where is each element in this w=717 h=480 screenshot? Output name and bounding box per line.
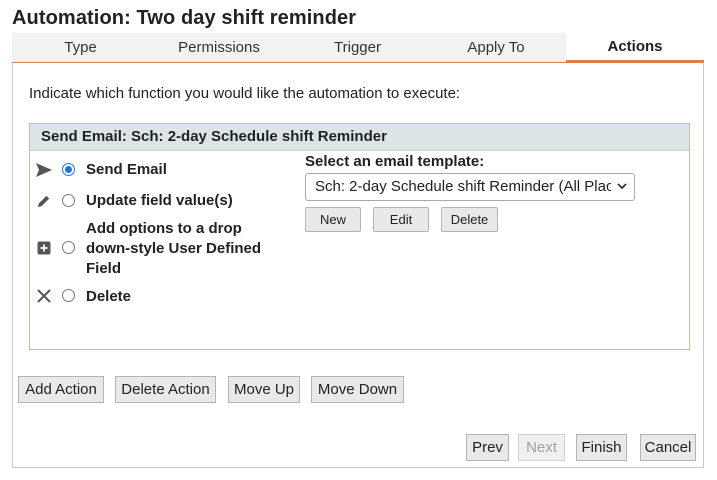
option-label-line: Field — [86, 260, 122, 277]
x-icon — [35, 287, 53, 305]
radio-delete[interactable] — [62, 289, 75, 302]
next-button[interactable]: Next — [518, 434, 565, 461]
radio-add-options[interactable] — [62, 241, 75, 254]
finish-button[interactable]: Finish — [576, 434, 627, 461]
send-icon — [35, 161, 53, 179]
option-label-line: Add options to a drop — [86, 220, 242, 237]
delete-action-button[interactable]: Delete Action — [115, 376, 216, 403]
radio-update-field[interactable] — [62, 194, 75, 207]
action-header: Send Email: Sch: 2-day Schedule shift Re… — [30, 124, 689, 151]
template-new-button[interactable]: New — [305, 207, 361, 232]
template-select[interactable]: Sch: 2-day Schedule shift Reminder (All … — [305, 173, 635, 201]
option-label-update-field: Update field value(s) — [86, 192, 233, 209]
page-title: Automation: Two day shift reminder — [12, 7, 357, 29]
move-down-button[interactable]: Move Down — [311, 376, 404, 403]
option-label-send-email: Send Email — [86, 161, 167, 178]
tab-permissions[interactable]: Permissions — [149, 33, 289, 62]
add-action-button[interactable]: Add Action — [18, 376, 104, 403]
radio-send-email[interactable] — [62, 163, 75, 176]
tab-apply-to[interactable]: Apply To — [426, 33, 566, 62]
chevron-down-icon — [617, 179, 627, 196]
template-label: Select an email template: — [305, 153, 485, 170]
template-select-value: Sch: 2-day Schedule shift Reminder (All … — [315, 178, 611, 195]
template-edit-button[interactable]: Edit — [373, 207, 429, 232]
tab-trigger[interactable]: Trigger — [289, 33, 426, 62]
tab-actions[interactable]: Actions — [566, 33, 704, 62]
option-label-delete: Delete — [86, 288, 132, 305]
move-up-button[interactable]: Move Up — [228, 376, 300, 403]
prev-button[interactable]: Prev — [466, 434, 509, 461]
tab-type[interactable]: Type — [12, 33, 149, 62]
plus-square-icon — [35, 239, 53, 257]
instruction-text: Indicate which function you would like t… — [29, 85, 461, 102]
tab-bar: Type Permissions Trigger Apply To Action… — [12, 33, 704, 63]
option-label-line: down-style User Defined — [86, 240, 262, 257]
cancel-button[interactable]: Cancel — [640, 434, 696, 461]
pencil-icon — [35, 192, 53, 210]
template-delete-button[interactable]: Delete — [441, 207, 498, 232]
option-label-add-options: Add options to a drop down-style User De… — [86, 219, 261, 279]
